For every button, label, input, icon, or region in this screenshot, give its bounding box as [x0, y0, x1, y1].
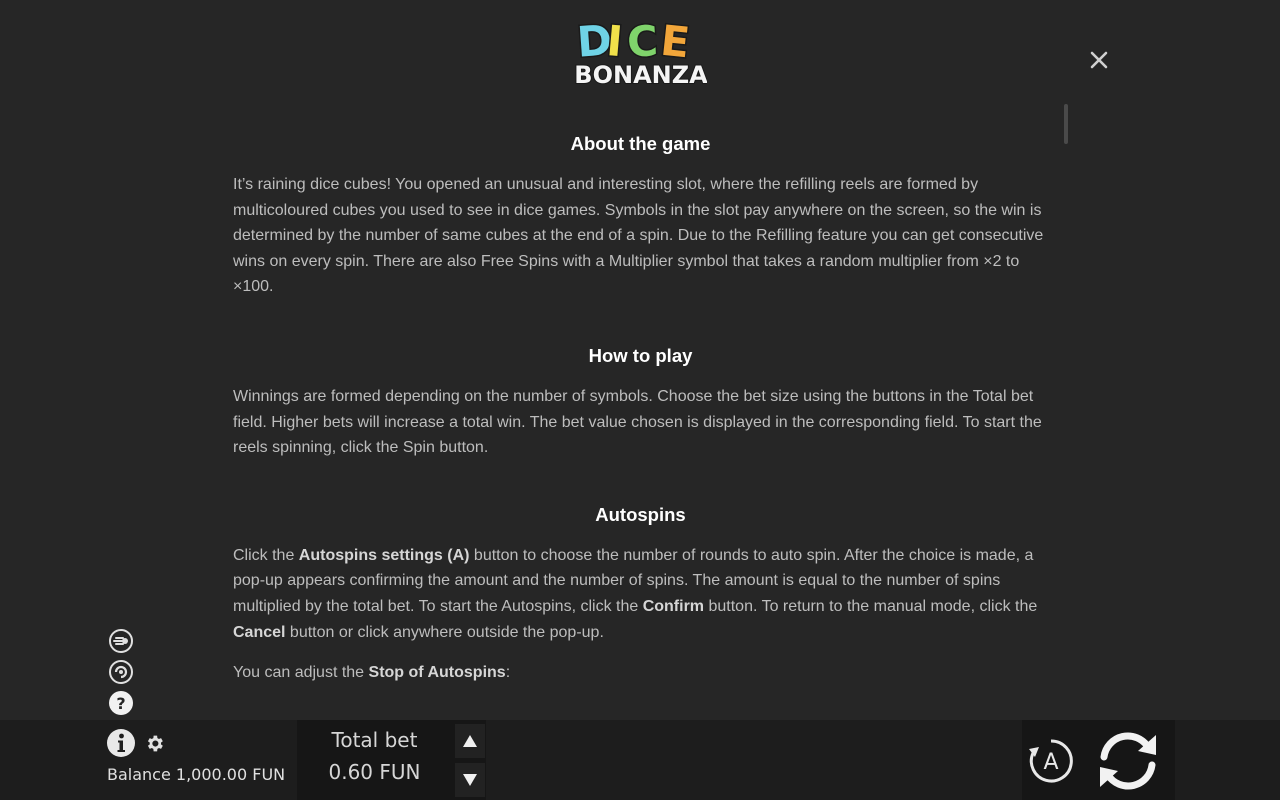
balance: Balance 1,000.00 FUN: [107, 765, 285, 784]
total-bet-value: 0.60 FUN: [328, 760, 421, 784]
triangle-up-icon: [463, 735, 477, 747]
triangle-down-icon: [463, 774, 477, 786]
section-text-about: It’s raining dice cubes! You opened an u…: [233, 176, 1044, 296]
autospin-letter: A: [1043, 750, 1058, 775]
quick-spin-icon[interactable]: [108, 659, 134, 685]
section-title-about: About the game: [570, 133, 711, 154]
balance-value: 1,000.00 FUN: [175, 765, 286, 784]
help-icon[interactable]: ?: [108, 690, 134, 716]
svg-text:?: ?: [116, 694, 125, 713]
gear-icon[interactable]: [144, 733, 165, 754]
section-text-how-to-play: Winnings are formed depending on the num…: [233, 387, 1042, 457]
bet-decrease-button[interactable]: [455, 763, 485, 797]
game-logo: D I C E BONANZA: [575, 10, 707, 90]
section-text-stop-autospins: You can adjust the Stop of Autospins:: [233, 664, 511, 682]
close-icon[interactable]: [1087, 48, 1111, 72]
balance-label: Balance: [107, 765, 171, 784]
section-text-autospins: Click the Autospins settings (A) button …: [233, 546, 1038, 641]
section-title-how-to-play: How to play: [588, 344, 693, 366]
svg-text:I: I: [605, 16, 625, 66]
logo-text: BONANZA: [575, 61, 707, 89]
autospin-button[interactable]: A: [1027, 737, 1075, 785]
spin-button[interactable]: [1094, 727, 1162, 795]
svg-text:C: C: [626, 16, 659, 67]
total-bet-label: Total bet: [331, 728, 418, 752]
section-title-autospins: Autospins: [595, 503, 686, 525]
bet-increase-button[interactable]: [455, 724, 485, 758]
scrollbar[interactable]: [1064, 104, 1068, 144]
turbo-icon[interactable]: [108, 628, 134, 654]
svg-text:E: E: [658, 16, 692, 68]
info-icon[interactable]: [106, 728, 136, 758]
rules-content: About the game It’s raining dice cubes! …: [233, 128, 1048, 690]
